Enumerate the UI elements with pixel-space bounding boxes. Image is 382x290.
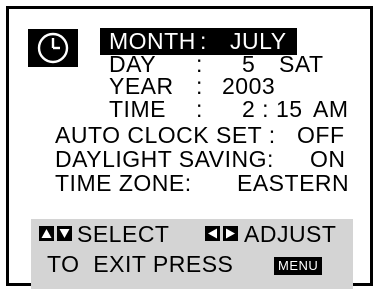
help-bar: SELECT ADJUST TO EXIT PRESS MENU bbox=[31, 219, 353, 289]
time-ampm: AM bbox=[313, 96, 349, 122]
time-zone-value: EASTERN bbox=[237, 170, 350, 196]
time-label: TIME bbox=[109, 96, 166, 122]
select-label: SELECT bbox=[77, 221, 170, 247]
clock-icon bbox=[28, 29, 78, 67]
left-arrow-icon bbox=[205, 226, 220, 241]
time-zone-label: TIME ZONE: bbox=[55, 170, 192, 196]
adjust-label: ADJUST bbox=[244, 221, 337, 247]
daylight-saving-value: ON bbox=[310, 146, 346, 172]
down-arrow-icon bbox=[57, 226, 72, 241]
time-value: 2 : 15 bbox=[242, 96, 303, 122]
auto-clock-label: AUTO CLOCK SET : bbox=[55, 122, 276, 148]
clock-settings-screen: MONTH : JULY DAY : 5 SAT YEAR : 2003 TIM… bbox=[6, 6, 373, 289]
up-arrow-icon bbox=[39, 226, 54, 241]
day-weekday: SAT bbox=[279, 51, 324, 77]
auto-clock-value: OFF bbox=[297, 122, 345, 148]
time-colon: : bbox=[196, 96, 203, 122]
menu-button-badge[interactable]: MENU bbox=[274, 257, 323, 275]
right-arrow-icon bbox=[223, 226, 238, 241]
exit-instruction: TO EXIT PRESS bbox=[47, 251, 234, 277]
daylight-saving-label: DAYLIGHT SAVING: bbox=[55, 146, 274, 172]
